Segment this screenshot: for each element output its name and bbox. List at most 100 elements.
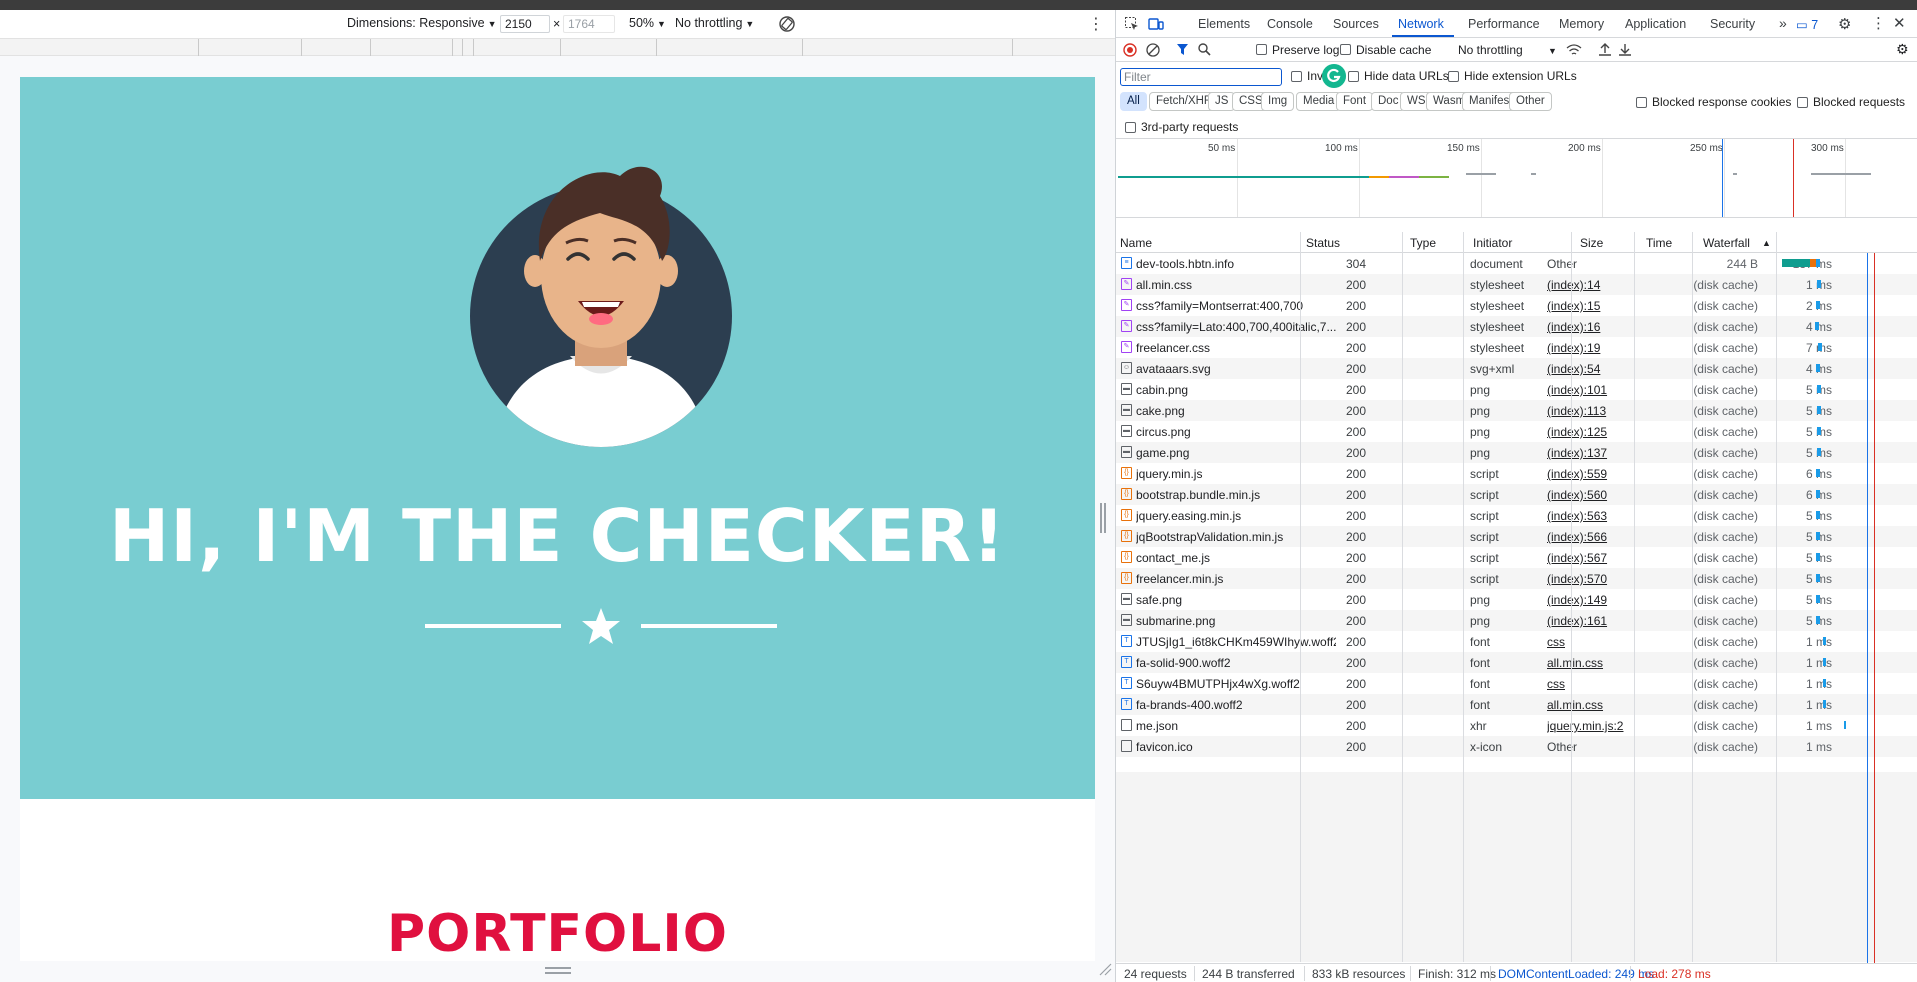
request-row[interactable]: ✎ freelancer.css 200 stylesheet (index):19 (d… bbox=[1116, 337, 1917, 358]
request-row[interactable]: T JTUSjIg1_i6t8kCHKm459WIhyw.woff2 200 font… bbox=[1116, 631, 1917, 652]
resize-handle-horizontal[interactable] bbox=[545, 967, 571, 974]
request-name[interactable]: css?family=Lato:400,700,400italic,7... bbox=[1136, 320, 1336, 334]
device-toolbar-icon[interactable] bbox=[1148, 16, 1164, 32]
request-name[interactable]: cake.png bbox=[1136, 404, 1336, 418]
emu-throttling-dropdown[interactable]: No throttling ▼ bbox=[675, 16, 754, 30]
column-type-header[interactable]: Type bbox=[1410, 236, 1436, 250]
invert-checkbox[interactable] bbox=[1291, 71, 1302, 82]
request-row[interactable]: {} jqBootstrapValidation.min.js 200 script (… bbox=[1116, 526, 1917, 547]
tab-console[interactable]: Console bbox=[1267, 17, 1313, 31]
request-row[interactable]: me.json 200 xhr jquery.min.js:2 (disk cache)… bbox=[1116, 715, 1917, 736]
rotate-icon[interactable] bbox=[778, 15, 796, 33]
type-filter-font[interactable]: Font bbox=[1336, 92, 1374, 111]
search-icon[interactable] bbox=[1198, 43, 1211, 56]
request-row[interactable]: {} jquery.easing.min.js 200 script (index):5… bbox=[1116, 505, 1917, 526]
request-initiator[interactable]: (index):566 bbox=[1547, 530, 1677, 544]
request-initiator[interactable]: (index):16 bbox=[1547, 320, 1677, 334]
request-row[interactable]: Tfa-solid-900.woff2 200 font all.min.css (di… bbox=[1116, 652, 1917, 673]
more-menu-icon[interactable]: ⋮ bbox=[1871, 14, 1886, 32]
request-row[interactable]: ▬ cabin.png 200 png (index):101 (disk cache) 5… bbox=[1116, 379, 1917, 400]
hide-data-urls-checkbox[interactable] bbox=[1348, 71, 1359, 82]
request-name[interactable]: avataaars.svg bbox=[1136, 362, 1336, 376]
request-initiator[interactable]: (index):54 bbox=[1547, 362, 1677, 376]
close-devtools-icon[interactable]: ✕ bbox=[1893, 14, 1906, 32]
request-row[interactable]: {} jquery.min.js 200 script (index):559 (disk… bbox=[1116, 463, 1917, 484]
request-initiator[interactable]: (index):14 bbox=[1547, 278, 1677, 292]
column-size-header[interactable]: Size bbox=[1580, 236, 1603, 250]
request-initiator[interactable]: (index):570 bbox=[1547, 572, 1677, 586]
request-name[interactable]: bootstrap.bundle.min.js bbox=[1136, 488, 1336, 502]
preserve-log-checkbox[interactable] bbox=[1256, 44, 1267, 55]
request-initiator[interactable]: (index):560 bbox=[1547, 488, 1677, 502]
tab-application[interactable]: Application bbox=[1625, 17, 1686, 31]
request-row[interactable]: {} freelancer.min.js 200 script (index):570 (… bbox=[1116, 568, 1917, 589]
type-filter-other[interactable]: Other bbox=[1509, 92, 1552, 111]
sort-ascending-icon[interactable]: ▲ bbox=[1762, 238, 1771, 248]
request-row[interactable]: {} contact_me.js 200 script (index):567 (disk… bbox=[1116, 547, 1917, 568]
inspect-element-icon[interactable] bbox=[1124, 16, 1140, 32]
request-name[interactable]: me.json bbox=[1136, 719, 1336, 733]
request-name[interactable]: cabin.png bbox=[1136, 383, 1336, 397]
request-initiator[interactable]: all.min.css bbox=[1547, 656, 1677, 670]
request-initiator[interactable]: (index):19 bbox=[1547, 341, 1677, 355]
tab-memory[interactable]: Memory bbox=[1559, 17, 1604, 31]
request-name[interactable]: submarine.png bbox=[1136, 614, 1336, 628]
dimensions-dropdown[interactable]: Dimensions: Responsive ▼ bbox=[347, 16, 496, 30]
type-filter-media[interactable]: Media bbox=[1296, 92, 1342, 111]
request-initiator[interactable]: (index):125 bbox=[1547, 425, 1677, 439]
column-initiator-header[interactable]: Initiator bbox=[1473, 236, 1512, 250]
import-har-icon[interactable] bbox=[1598, 42, 1612, 57]
request-name[interactable]: css?family=Montserrat:400,700 bbox=[1136, 299, 1336, 313]
request-name[interactable]: safe.png bbox=[1136, 593, 1336, 607]
request-name[interactable]: jquery.min.js bbox=[1136, 467, 1336, 481]
blocked-response-cookies-checkbox[interactable] bbox=[1636, 97, 1647, 108]
request-name[interactable]: circus.png bbox=[1136, 425, 1336, 439]
disable-cache-checkbox[interactable] bbox=[1340, 44, 1351, 55]
request-row[interactable]: ≡ dev-tools.hbtn.info 304 document Other 244 … bbox=[1116, 253, 1917, 274]
request-initiator[interactable]: css bbox=[1547, 635, 1677, 649]
request-name[interactable]: JTUSjIg1_i6t8kCHKm459WIhyw.woff2 bbox=[1136, 635, 1336, 649]
column-time-header[interactable]: Time bbox=[1646, 236, 1672, 250]
request-initiator[interactable]: (index):559 bbox=[1547, 467, 1677, 481]
tab-security[interactable]: Security bbox=[1710, 17, 1755, 31]
request-initiator[interactable]: (index):15 bbox=[1547, 299, 1677, 313]
issues-badge[interactable]: ▭ 7 bbox=[1796, 17, 1818, 32]
type-filter-all[interactable]: All bbox=[1120, 92, 1147, 111]
request-name[interactable]: fa-solid-900.woff2 bbox=[1136, 656, 1336, 670]
request-initiator[interactable]: (index):101 bbox=[1547, 383, 1677, 397]
request-row[interactable]: Tfa-brands-400.woff2 200 font all.min.css (d… bbox=[1116, 694, 1917, 715]
request-initiator[interactable]: (index):563 bbox=[1547, 509, 1677, 523]
hide-extension-urls-checkbox[interactable] bbox=[1448, 71, 1459, 82]
request-row[interactable]: ☺ avataaars.svg 200 svg+xml (index):54 (disk … bbox=[1116, 358, 1917, 379]
filter-input[interactable]: Filter bbox=[1120, 68, 1282, 86]
request-name[interactable]: S6uyw4BMUTPHjx4wXg.woff2 bbox=[1136, 677, 1336, 691]
request-row[interactable]: ▬ submarine.png 200 png (index):161 (disk cac… bbox=[1116, 610, 1917, 631]
type-filter-img[interactable]: Img bbox=[1261, 92, 1295, 111]
request-name[interactable]: fa-brands-400.woff2 bbox=[1136, 698, 1336, 712]
request-row[interactable]: ✎ css?family=Lato:400,700,400italic,7... 2… bbox=[1116, 316, 1917, 337]
request-name[interactable]: contact_me.js bbox=[1136, 551, 1336, 565]
request-initiator[interactable]: (index):113 bbox=[1547, 404, 1677, 418]
request-name[interactable]: freelancer.css bbox=[1136, 341, 1336, 355]
settings-gear-icon[interactable]: ⚙ bbox=[1838, 15, 1851, 33]
clear-icon[interactable] bbox=[1146, 43, 1160, 57]
more-tabs-icon[interactable]: » bbox=[1779, 15, 1787, 31]
third-party-checkbox[interactable] bbox=[1125, 122, 1136, 133]
request-row[interactable]: ▬ circus.png 200 png (index):125 (disk cache)… bbox=[1116, 421, 1917, 442]
request-name[interactable]: game.png bbox=[1136, 446, 1336, 460]
request-row[interactable]: T S6uyw4BMUTPHjx4wXg.woff2 200 font css (disk… bbox=[1116, 673, 1917, 694]
blocked-requests-checkbox[interactable] bbox=[1797, 97, 1808, 108]
request-initiator[interactable]: all.min.css bbox=[1547, 698, 1677, 712]
column-status-header[interactable]: Status bbox=[1306, 236, 1340, 250]
network-conditions-icon[interactable] bbox=[1566, 43, 1582, 57]
request-row[interactable]: ✎ all.min.css 200 stylesheet (index):14 (disk… bbox=[1116, 274, 1917, 295]
request-initiator[interactable]: (index):567 bbox=[1547, 551, 1677, 565]
request-row[interactable]: ▬ game.png 200 png (index):137 (disk cache) 5 … bbox=[1116, 442, 1917, 463]
request-name[interactable]: jquery.easing.min.js bbox=[1136, 509, 1336, 523]
resize-handle-vertical[interactable] bbox=[1100, 503, 1106, 533]
filter-icon[interactable] bbox=[1176, 43, 1189, 56]
tab-sources[interactable]: Sources bbox=[1333, 17, 1379, 31]
grammarly-icon[interactable] bbox=[1321, 63, 1347, 89]
request-initiator[interactable]: (index):149 bbox=[1547, 593, 1677, 607]
request-row[interactable]: ▬ safe.png 200 png (index):149 (disk cache) 5 … bbox=[1116, 589, 1917, 610]
